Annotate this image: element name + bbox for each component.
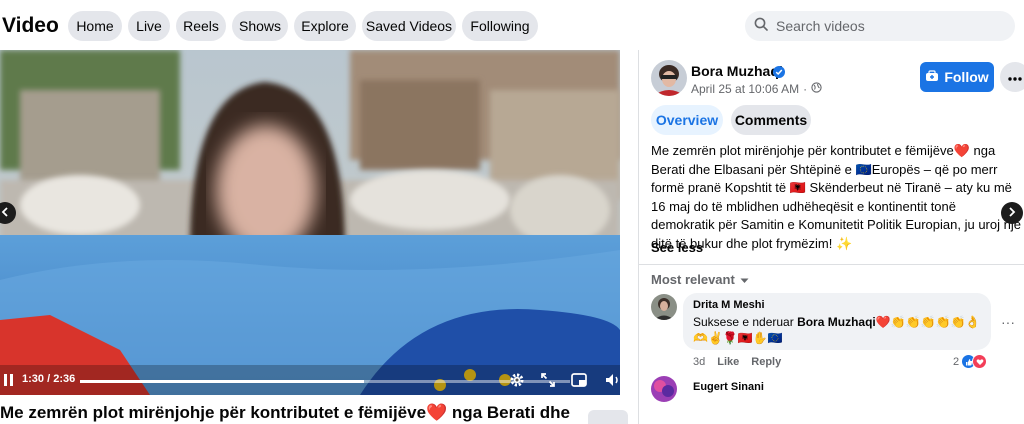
caret-down-icon [740,272,749,287]
nav-shows[interactable]: Shows [232,11,288,41]
tab-overview[interactable]: Overview [651,105,723,135]
add-friend-icon [925,69,939,85]
seek-bar[interactable] [80,380,570,383]
comment-age[interactable]: 3d [693,356,705,368]
duration: 2:36 [53,373,76,385]
comment-options-icon[interactable]: ··· [1001,314,1015,330]
pause-icon[interactable] [0,371,18,389]
love-reaction-icon [972,354,988,369]
nav-live[interactable]: Live [128,11,170,41]
fullscreen-icon[interactable] [539,371,557,389]
chevron-right-icon [1008,204,1016,222]
chevron-left-icon [1,204,9,222]
top-bar: Video Home Live Reels Shows Explore Save… [0,0,1024,50]
comment-reactions[interactable]: 2 [953,354,988,369]
page-title: Video [2,14,59,37]
title-more-button[interactable] [588,410,628,424]
miniplayer-icon[interactable] [570,371,588,389]
commenter-name[interactable]: Drita M Meshi [693,299,765,311]
more-dots-icon [1008,68,1022,86]
comment-text-start: Suksese e nderuar [693,315,798,329]
nav-reels[interactable]: Reels [176,11,226,41]
comment-sort-label: Most relevant [651,272,735,287]
nav-explore[interactable]: Explore [294,11,356,41]
comment-mention[interactable]: Bora Muzhaqi [797,315,876,329]
commenter-name[interactable]: Eugert Sinani [693,381,764,393]
comment-bubble: Drita M Meshi Suksese e nderuar Bora Muz… [683,293,991,350]
next-video-button[interactable] [1001,202,1023,224]
verified-badge-icon [773,65,785,83]
current-time: 1:30 [22,373,45,385]
comment-like-button[interactable]: Like [717,356,739,368]
seek-bar-played [80,380,365,383]
volume-icon[interactable] [604,371,620,389]
comment-sort-dropdown[interactable]: Most relevant [651,272,749,287]
comment-reply-button[interactable]: Reply [751,356,781,368]
globe-icon [811,82,822,96]
comment-text: Suksese e nderuar Bora Muzhaqi❤️👏👏👏👏👏👌🫶✌… [693,314,985,346]
author-avatar[interactable] [651,60,687,96]
comment-actions: 3d Like Reply [693,356,781,368]
divider [639,264,1024,265]
search-icon [754,17,768,36]
nav-home[interactable]: Home [68,11,122,41]
settings-gear-icon[interactable] [508,371,526,389]
follow-label: Follow [944,69,989,85]
search-box[interactable] [745,11,1015,41]
time-readout: 1:30 / 2:36 [22,373,76,385]
reaction-count: 2 [953,355,960,368]
nav-saved-videos[interactable]: Saved Videos [362,11,456,41]
nav-following[interactable]: Following [462,11,538,41]
player-controls: 1:30 / 2:36 [0,365,620,395]
commenter-avatar[interactable] [651,376,677,402]
post-caption: Me zemrën plot mirënjohje për kontribute… [651,143,1021,251]
post-date-text[interactable]: April 25 at 10:06 AM [691,82,799,96]
separator-dot: · [803,82,808,96]
video-frame [0,50,620,395]
search-input[interactable] [776,18,996,34]
video-title: Me zemrën plot mirënjohje për kontribute… [0,403,571,422]
post-panel: Bora Muzhaqi April 25 at 10:06 AM · Foll… [638,50,1024,424]
tab-comments[interactable]: Comments [731,105,811,135]
see-less-button[interactable]: See less [651,240,703,255]
video-player[interactable]: 1:30 / 2:36 [0,50,620,395]
author-name[interactable]: Bora Muzhaqi [691,63,783,79]
commenter-avatar[interactable] [651,294,677,320]
post-date: April 25 at 10:06 AM · [691,82,822,96]
follow-button[interactable]: Follow [920,62,994,92]
more-options-button[interactable] [1000,62,1024,92]
